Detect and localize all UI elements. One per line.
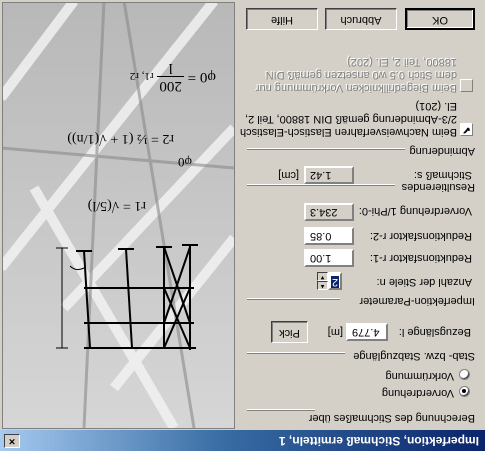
radio-vorverdrehung-label: Vorverdrehung <box>381 387 454 399</box>
radio-vorkruemmung-label: Vorkrümmung <box>385 370 454 382</box>
elastic-reduction-label-1: Beim Nachweisverfahren Elastisch-Elastis… <box>239 126 457 138</box>
calc-group-title: Berechnung des Stichmaßes über <box>308 412 475 424</box>
num-members-value[interactable]: 2 <box>328 272 342 290</box>
ok-button[interactable]: OK <box>405 8 475 30</box>
formula-phi0-tail: r1, r2 <box>129 70 154 83</box>
title-bar[interactable]: Imperfektion, Stichmaß ermitteln, 1 × <box>0 430 485 451</box>
formula-phi0-den: l <box>168 60 173 76</box>
illustration-panel: φ0 = 200 l r1, r2 r2 = ½ (1 + √(1/n)) r1… <box>2 2 235 429</box>
ref-length-unit: [m] <box>327 326 343 338</box>
spin-down-button[interactable]: ▼ <box>317 272 328 281</box>
stab-group-separator <box>247 352 345 354</box>
radio-vorkruemmung[interactable] <box>459 369 470 380</box>
r1-label: Reduktionsfaktor r-1: <box>369 252 472 264</box>
ref-length-input[interactable]: 4.779 <box>346 323 388 341</box>
window-title: Imperfektion, Stichmaß ermitteln, 1 <box>278 434 479 448</box>
imperf-group-separator <box>247 298 340 300</box>
elastic-reduction-checkbox[interactable]: ✔ <box>460 123 473 136</box>
spin-up-icon: ▲ <box>319 283 326 289</box>
close-button[interactable]: × <box>4 434 20 448</box>
stich-label: Stichmaß s: <box>413 169 472 181</box>
formula-phi0-num: 200 <box>157 76 184 94</box>
elastic-reduction-label-3: El. (201) <box>415 100 457 112</box>
stich-unit: [cm] <box>278 169 299 181</box>
check-mark-icon: ✔ <box>462 124 471 135</box>
num-members-spinner[interactable]: 2 ▲ ▼ <box>317 272 342 290</box>
ltb-curvature-checkbox[interactable] <box>460 79 473 92</box>
stich-output: 1.42 <box>304 166 354 184</box>
radio-vorverdrehung[interactable] <box>459 386 470 397</box>
r2-label: Reduktionsfaktor r-2: <box>369 230 472 242</box>
result-group-title: Resultierendes <box>401 181 475 193</box>
imperf-group-title: Imperfektion-Parameter <box>359 295 475 307</box>
elastic-reduction-label-2: 2/3-Abminderung gemäß DIN 18800, Teil 2, <box>245 113 457 125</box>
formula-phi0: φ0 = 200 l r1, r2 <box>129 60 216 94</box>
spin-down-icon: ▼ <box>319 274 326 280</box>
help-button[interactable]: Hilfe <box>246 8 318 30</box>
diagram-angle-label: φ0 <box>177 155 192 170</box>
dialog-window: Imperfektion, Stichmaß ermitteln, 1 × Be… <box>0 0 485 451</box>
formula-r2: r2 = ½ (1 + √(1/n)) <box>67 131 174 146</box>
ref-length-label: Bezugslänge l: <box>398 326 471 338</box>
pick-button[interactable]: Pick <box>271 321 308 343</box>
close-icon: × <box>8 435 16 447</box>
spin-up-button[interactable]: ▲ <box>317 281 328 290</box>
result-group-separator <box>247 184 395 186</box>
stab-group-title: Stab- bzw. Stabzuglänge <box>353 350 475 362</box>
phi0-output: 234.3 <box>304 203 354 221</box>
ltb-curvature-label-2: dem Stich 0.5 w0 ansetzen gemäß DIN <box>265 69 457 81</box>
ltb-curvature-label-1: Beim Biegedrillknicken Vorkrümmung nur <box>255 82 457 94</box>
formula-r1: r1 = √(5/l) <box>87 198 146 213</box>
ltb-curvature-label-3: 18800, Teil 2, El. (202) <box>347 56 457 68</box>
damp-group-separator <box>247 148 405 150</box>
num-members-label: Anzahl der Stiele n: <box>376 276 472 288</box>
r2-input[interactable]: 0.85 <box>304 227 354 245</box>
r1-input[interactable]: 1.00 <box>304 249 354 267</box>
formula-phi0-lhs: φ0 <box>199 69 216 86</box>
phi0-label: Vorverdrehung 1/Phi-0: <box>358 205 472 217</box>
calc-group-separator <box>247 409 315 411</box>
damp-group-title: Abminderung <box>409 145 475 157</box>
cancel-button[interactable]: Abbruch <box>325 8 397 30</box>
radio-selected-dot <box>462 389 466 393</box>
